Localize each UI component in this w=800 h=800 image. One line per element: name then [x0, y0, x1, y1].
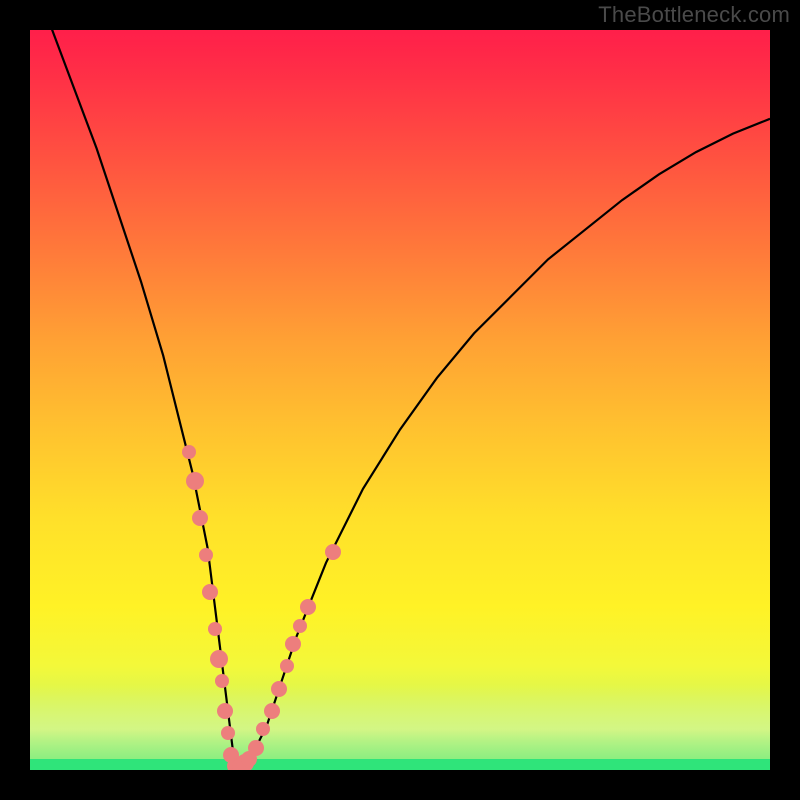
- watermark-text: TheBottleneck.com: [598, 2, 790, 28]
- data-point: [186, 472, 204, 490]
- data-point: [264, 703, 280, 719]
- data-point: [325, 544, 341, 560]
- chart-plot-area: [30, 30, 770, 770]
- data-point: [256, 722, 270, 736]
- data-point: [182, 445, 196, 459]
- data-point: [217, 703, 233, 719]
- data-point: [210, 650, 228, 668]
- data-point: [208, 622, 222, 636]
- data-point: [202, 584, 218, 600]
- data-point: [300, 599, 316, 615]
- data-point: [199, 548, 213, 562]
- data-point: [285, 636, 301, 652]
- data-point: [248, 740, 264, 756]
- data-point: [221, 726, 235, 740]
- chart-frame: TheBottleneck.com: [0, 0, 800, 800]
- data-point: [293, 619, 307, 633]
- data-point: [271, 681, 287, 697]
- data-point: [215, 674, 229, 688]
- data-point: [192, 510, 208, 526]
- data-point: [280, 659, 294, 673]
- bottleneck-curve: [30, 30, 770, 770]
